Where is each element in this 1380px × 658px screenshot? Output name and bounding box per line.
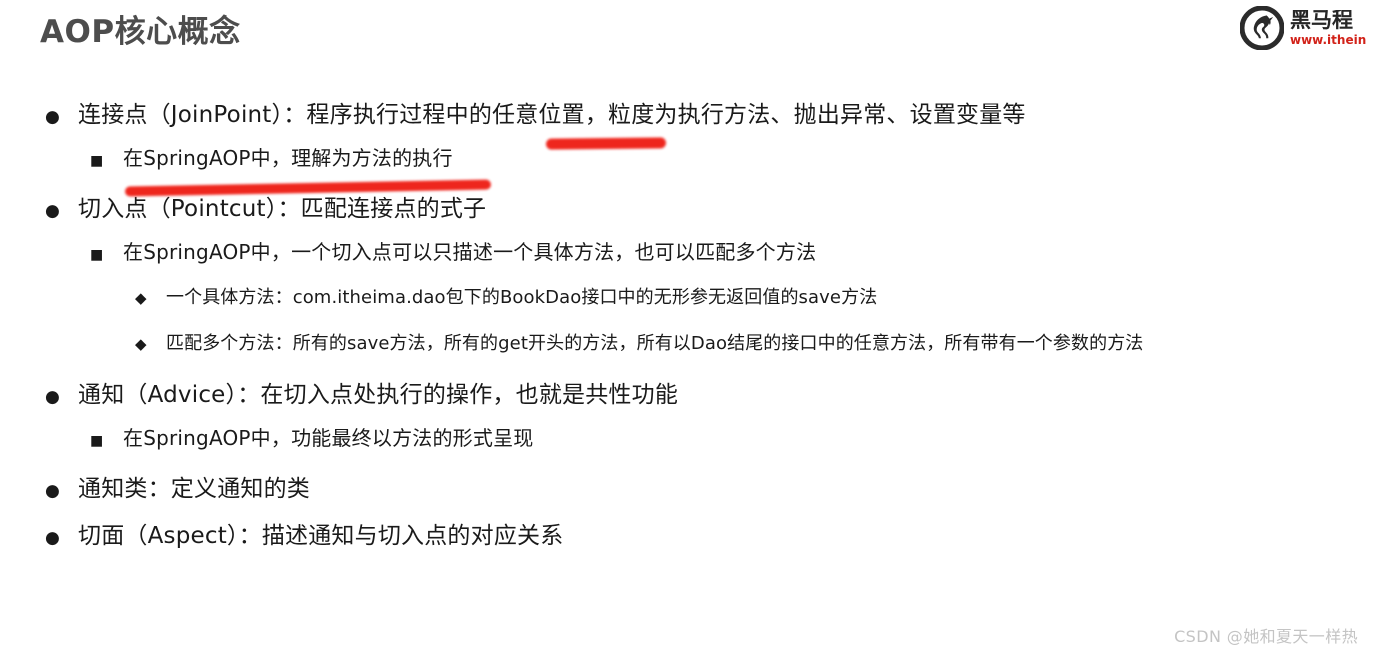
bullet-marker-circle-icon: ●: [45, 201, 60, 221]
list-item: ■ 在SpringAOP中，理解为方法的执行: [0, 142, 1380, 189]
bullet-marker-circle-icon: ●: [45, 107, 60, 127]
list-item-text: 在SpringAOP中，理解为方法的执行: [123, 146, 453, 170]
list-item: ■ 在SpringAOP中，一个切入点可以只描述一个具体方法，也可以匹配多个方法: [0, 236, 1380, 283]
bullet-marker-square-icon: ■: [90, 247, 104, 263]
bullet-marker-circle-icon: ●: [45, 387, 60, 407]
list-item: ● 通知类：定义通知的类: [0, 469, 1380, 516]
list-item: ■ 在SpringAOP中，功能最终以方法的形式呈现: [0, 422, 1380, 469]
list-item-text: 连接点（JoinPoint）：程序执行过程中的任意位置，粒度为执行方法、抛出异常…: [78, 102, 1026, 128]
page-title: AOP核心概念: [40, 14, 241, 50]
csdn-watermark: CSDN @她和夏天一样热: [1174, 627, 1358, 646]
list-item-text: 在SpringAOP中，功能最终以方法的形式呈现: [123, 426, 534, 450]
brand-url: www.ithein: [1290, 33, 1367, 46]
list-item: ● 通知（Advice）：在切入点处执行的操作，也就是共性功能: [0, 375, 1380, 422]
bullet-marker-circle-icon: ●: [45, 528, 60, 548]
bullet-marker-diamond-icon: ◆: [135, 289, 147, 307]
bullet-marker-circle-icon: ●: [45, 481, 60, 501]
horse-head-circle-logo-icon: [1240, 5, 1285, 51]
list-item-text: 通知类：定义通知的类: [78, 476, 310, 502]
brand-text-block: 黑马程 www.ithein: [1290, 10, 1366, 46]
list-item: ● 连接点（JoinPoint）：程序执行过程中的任意位置，粒度为执行方法、抛出…: [0, 95, 1380, 142]
list-item: ● 切入点（Pointcut）：匹配连接点的式子: [0, 189, 1380, 236]
bullet-marker-square-icon: ■: [90, 433, 104, 449]
bullet-marker-square-icon: ■: [90, 153, 104, 169]
list-item-text: 切面（Aspect）：描述通知与切入点的对应关系: [78, 523, 564, 549]
list-item-text: 匹配多个方法：所有的save方法，所有的get开头的方法，所有以Dao结尾的接口…: [166, 333, 1144, 354]
list-item-text: 切入点（Pointcut）：匹配连接点的式子: [78, 196, 487, 222]
list-item-text: 一个具体方法：com.itheima.dao包下的BookDao接口中的无形参无…: [166, 287, 878, 308]
bullet-list: ● 连接点（JoinPoint）：程序执行过程中的任意位置，粒度为执行方法、抛出…: [0, 95, 1380, 563]
list-item: ◆ 匹配多个方法：所有的save方法，所有的get开头的方法，所有以Dao结尾的…: [0, 329, 1380, 375]
list-item: ● 切面（Aspect）：描述通知与切入点的对应关系: [0, 516, 1380, 563]
brand-name: 黑马程: [1290, 10, 1353, 32]
bullet-marker-diamond-icon: ◆: [135, 335, 147, 353]
brand-logo: 黑马程 www.ithein: [1240, 2, 1380, 54]
list-item-text: 通知（Advice）：在切入点处执行的操作，也就是共性功能: [78, 382, 679, 408]
list-item-text: 在SpringAOP中，一个切入点可以只描述一个具体方法，也可以匹配多个方法: [123, 240, 817, 264]
list-item: ◆ 一个具体方法：com.itheima.dao包下的BookDao接口中的无形…: [0, 283, 1380, 329]
